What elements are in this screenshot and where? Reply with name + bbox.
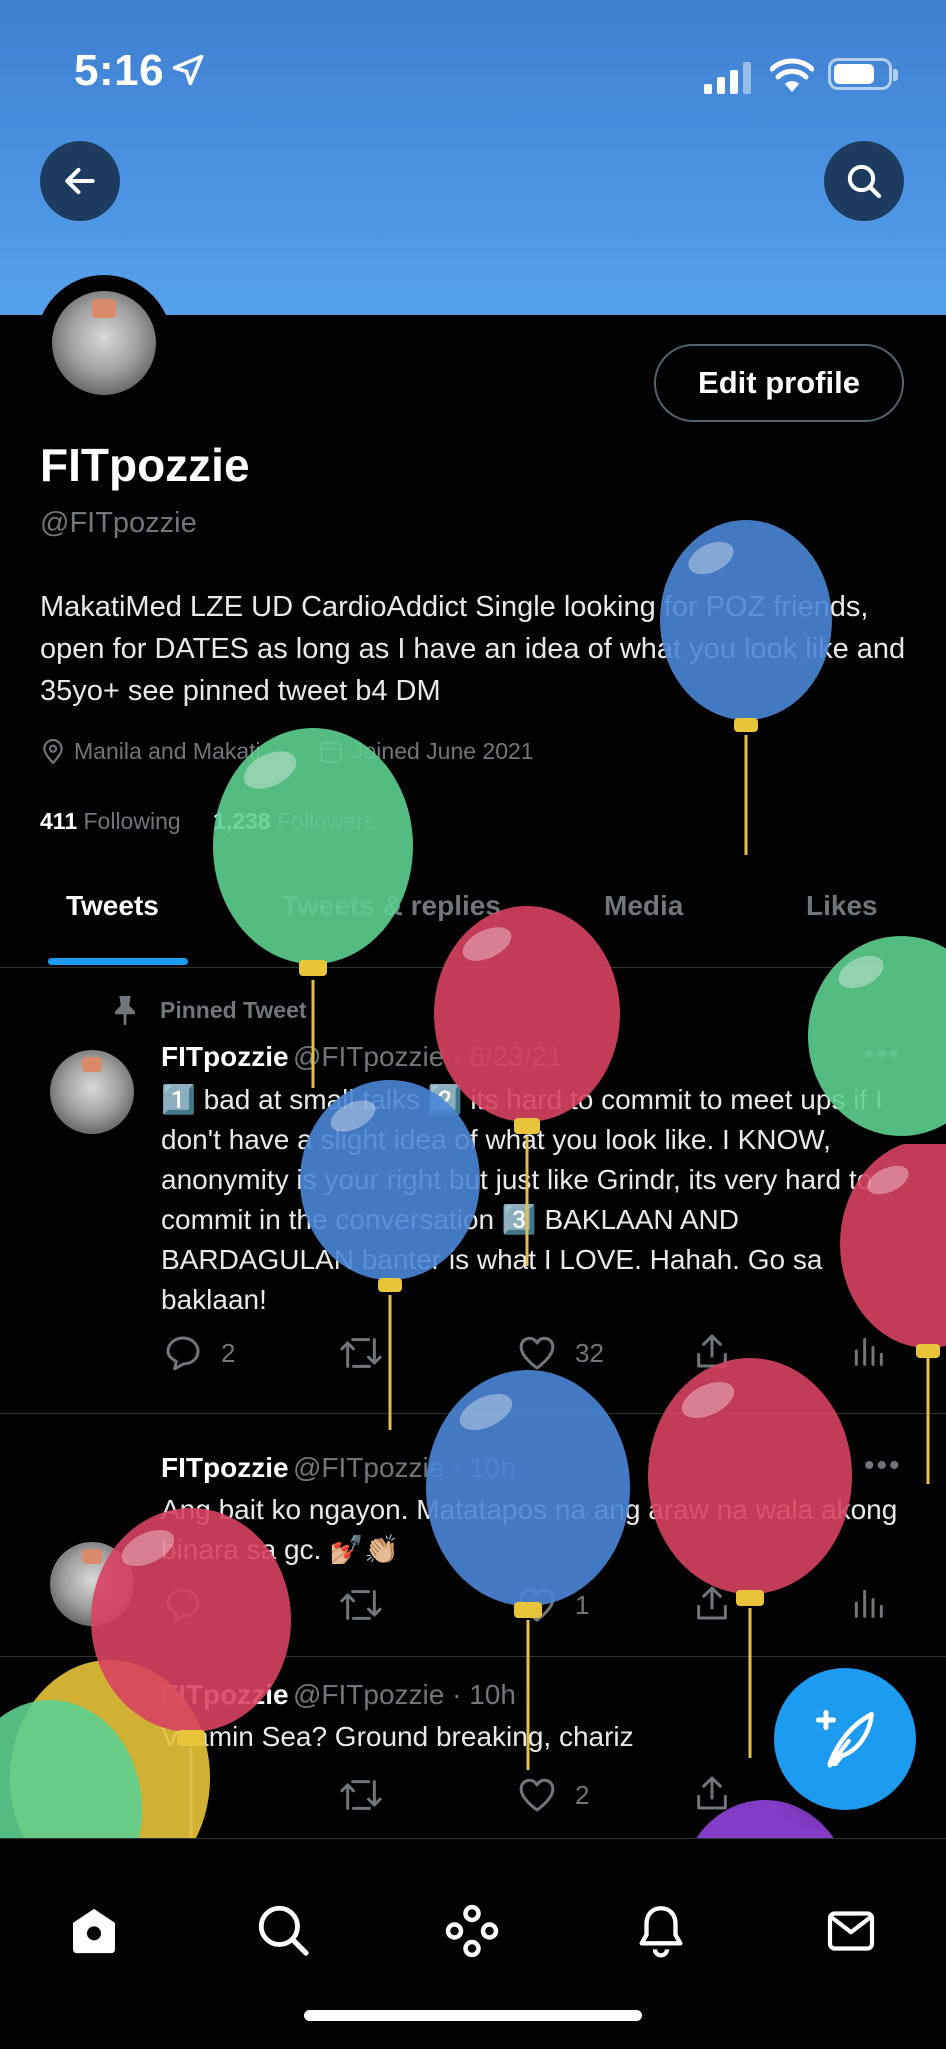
tabs-divider — [0, 967, 946, 968]
home-indicator — [304, 2010, 642, 2021]
following-link[interactable]: 411 Following — [40, 808, 181, 834]
tab-tweets-replies[interactable]: Tweets & replies — [282, 890, 501, 922]
tweet-header: FITpozzie @FITpozzie · 6/23/21 — [161, 1041, 563, 1073]
tweet-divider — [0, 1413, 946, 1414]
profile-bio: MakatiMed LZE UD CardioAddict Single loo… — [40, 591, 906, 707]
tweet-more-icon[interactable]: ••• — [864, 1449, 902, 1483]
explore-search-icon[interactable] — [254, 1901, 312, 1959]
balloon-green — [0, 1700, 142, 1838]
tweet-header: FITpozzie @FITpozzie · 10h — [161, 1679, 516, 1711]
retweet-icon[interactable] — [339, 1333, 383, 1373]
heart-icon — [519, 1588, 555, 1622]
search-icon — [847, 164, 882, 199]
tweet-handle-time: @FITpozzie · 10h — [293, 1452, 516, 1483]
status-time: 5:16 — [74, 46, 165, 95]
like-count: 32 — [575, 1337, 604, 1368]
retweet-icon[interactable] — [339, 1585, 383, 1625]
followers-label: Followers — [277, 808, 376, 834]
tab-tweets[interactable]: Tweets — [66, 890, 159, 922]
tweet-header: FITpozzie @FITpozzie · 10h — [161, 1452, 516, 1484]
profile-display-name: FITpozzie — [40, 439, 250, 491]
heart-icon — [519, 1336, 555, 1370]
follow-stats: 411 Following 1,238 Followers — [40, 808, 375, 835]
compose-tweet-button[interactable] — [774, 1668, 916, 1810]
tweet-text: Ang bait ko ngayon. Matatapos na ang ara… — [161, 1494, 898, 1565]
reply-count: 2 — [221, 1337, 236, 1368]
battery-icon — [828, 58, 898, 90]
tweet-avatar[interactable] — [50, 1050, 134, 1134]
location-text: Manila and Makati — [74, 738, 261, 764]
like-count: 2 — [575, 1779, 590, 1810]
avatar-image — [52, 291, 156, 395]
wifi-icon — [770, 58, 814, 92]
reply-action[interactable]: 2 — [163, 1333, 235, 1373]
status-bar: 5:16 — [0, 0, 946, 110]
retweet-icon[interactable] — [339, 1775, 383, 1815]
tweet-handle-time: @FITpozzie · 6/23/21 — [293, 1041, 563, 1072]
active-tab-indicator — [48, 958, 188, 965]
profile-location: Manila and Makati — [40, 738, 261, 765]
tweet-author-name[interactable]: FITpozzie — [161, 1452, 289, 1483]
like-count: 1 — [575, 1589, 590, 1620]
search-button[interactable] — [824, 141, 904, 221]
following-label: Following — [83, 808, 181, 834]
reply-icon — [166, 1336, 200, 1371]
pinned-label-text: Pinned Tweet — [160, 996, 307, 1023]
messages-mail-icon[interactable] — [822, 1903, 880, 1959]
profile-avatar[interactable] — [36, 275, 172, 411]
tweet-text: Vitamin Sea? Ground breaking, chariz — [161, 1721, 634, 1752]
followers-link[interactable]: 1,238 Followers — [213, 808, 375, 834]
tweet-more-icon[interactable]: ••• — [864, 1038, 902, 1072]
tweet-author-name[interactable]: FITpozzie — [161, 1679, 289, 1710]
like-action[interactable]: 2 — [517, 1775, 589, 1815]
tweet-author-name[interactable]: FITpozzie — [161, 1041, 289, 1072]
cellular-signal-icon — [704, 62, 751, 94]
notifications-bell-icon[interactable] — [632, 1899, 690, 1961]
back-button[interactable] — [40, 141, 120, 221]
pin-icon — [115, 995, 135, 1026]
spaces-icon[interactable] — [442, 1901, 502, 1961]
tweet-avatar[interactable] — [50, 1542, 134, 1626]
analytics-icon[interactable] — [848, 1331, 888, 1371]
analytics-icon[interactable] — [848, 1583, 888, 1623]
tab-media[interactable]: Media — [604, 890, 683, 922]
reply-icon — [166, 1588, 200, 1623]
location-pin-icon — [43, 738, 63, 764]
tweet-divider — [0, 1656, 946, 1657]
following-count: 411 — [40, 808, 78, 834]
heart-icon — [519, 1778, 555, 1812]
edit-profile-button[interactable]: Edit profile — [654, 344, 904, 422]
joined-text: Joined June 2021 — [352, 738, 534, 764]
profile-handle: @FITpozzie — [40, 507, 197, 539]
calendar-icon — [320, 740, 342, 763]
profile-joined: Joined June 2021 — [318, 738, 534, 765]
pinned-tweet-label: Pinned Tweet — [108, 993, 307, 1027]
reply-action[interactable] — [163, 1585, 203, 1625]
tweet-text: 1️⃣ bad at small talks 2️⃣ its hard to c… — [161, 1084, 883, 1315]
home-icon[interactable] — [66, 1903, 122, 1959]
share-icon[interactable] — [692, 1331, 732, 1371]
share-icon[interactable] — [692, 1773, 732, 1813]
like-action[interactable]: 1 — [517, 1585, 589, 1625]
location-arrow-icon — [172, 54, 204, 86]
arrow-left-icon — [65, 167, 95, 195]
share-icon[interactable] — [692, 1583, 732, 1623]
tab-likes[interactable]: Likes — [806, 890, 878, 922]
compose-feather-icon — [815, 1709, 874, 1768]
tweet-handle-time: @FITpozzie · 10h — [293, 1679, 516, 1710]
like-action[interactable]: 32 — [517, 1333, 604, 1373]
followers-count: 1,238 — [213, 808, 271, 834]
